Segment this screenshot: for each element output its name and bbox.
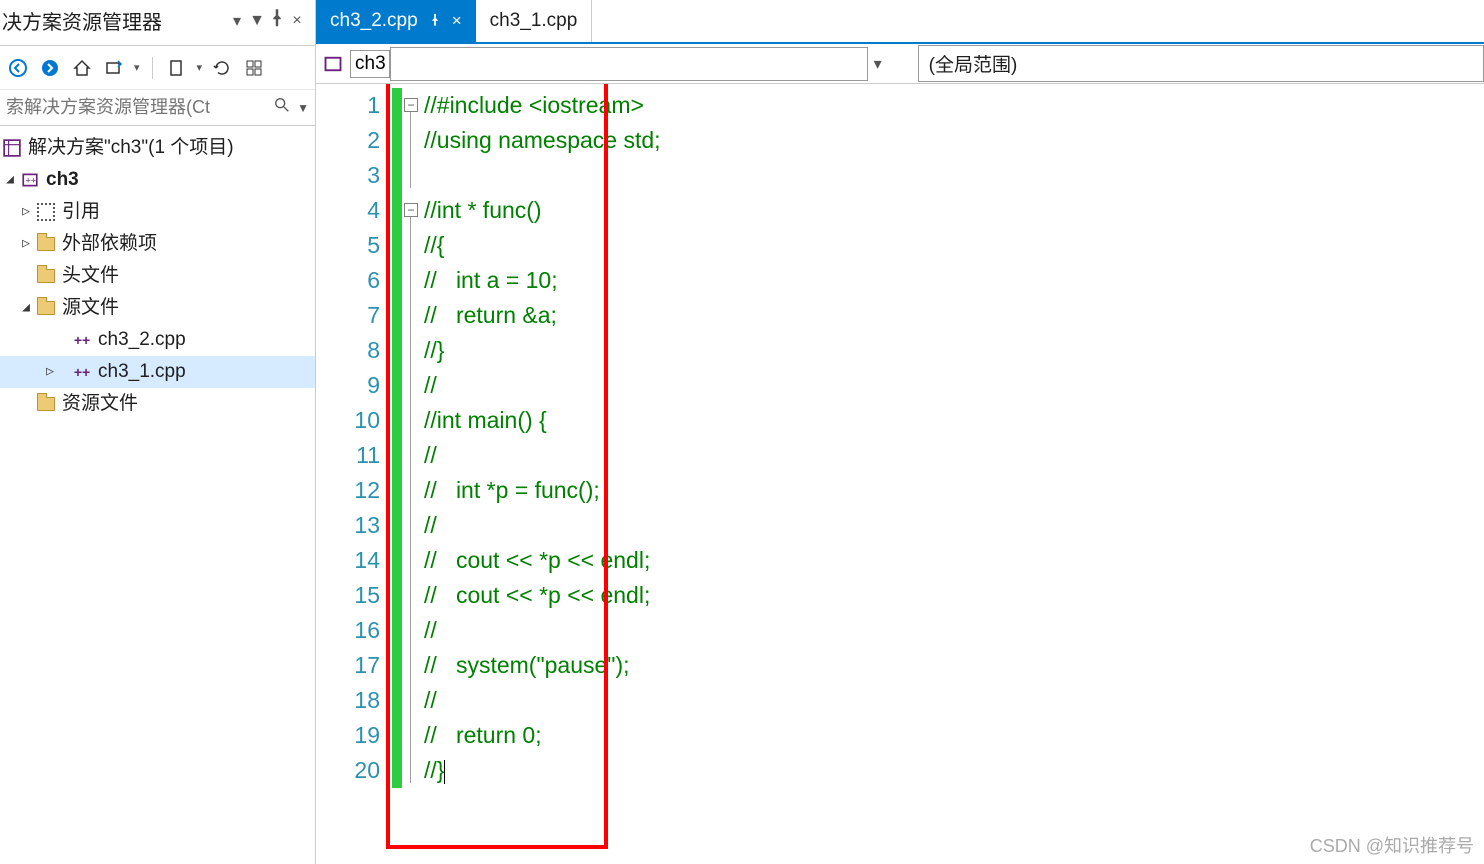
panel-title: 决方案资源管理器 (2, 6, 227, 35)
code-text[interactable]: //#include <iostream> //using namespace … (424, 88, 1484, 788)
solution-tree: 解决方案"ch3"(1 个项目) ◢ ++ ch3 ▷ 引用 ▷ 外部依赖项 头… (0, 126, 315, 426)
nav-strip: ch3 ▾ (全局范围) (316, 44, 1484, 84)
references-node[interactable]: ▷ 引用 (0, 196, 315, 228)
tab-active[interactable]: ch3_2.cpp × (316, 0, 476, 42)
sync-icon[interactable] (102, 56, 126, 80)
expand-icon[interactable]: ▷ (42, 357, 58, 387)
resources-node[interactable]: 资源文件 (0, 388, 315, 420)
project-label: ch3 (46, 165, 79, 195)
cpp-file-icon: ++ (72, 362, 92, 382)
change-indicator-bar (392, 88, 402, 788)
resources-label: 资源文件 (62, 389, 138, 419)
file-label: ch3_1.cpp (98, 357, 186, 387)
line-number-gutter: 1234567891011121314151617181920 (316, 88, 392, 788)
sources-node[interactable]: ◢ 源文件 (0, 292, 315, 324)
reference-icon (36, 202, 56, 222)
folder-icon (36, 298, 56, 318)
back-icon[interactable] (6, 56, 30, 80)
pin-icon[interactable] (428, 13, 442, 30)
file-label: ch3_2.cpp (98, 325, 186, 355)
folder-icon (36, 234, 56, 254)
search-icon[interactable] (273, 96, 291, 119)
project-context-icon[interactable] (321, 52, 345, 76)
type-combo[interactable] (390, 47, 868, 81)
external-label: 外部依赖项 (62, 229, 157, 259)
external-node[interactable]: ▷ 外部依赖项 (0, 228, 315, 260)
search-input[interactable] (6, 97, 273, 118)
fold-toggle-icon[interactable]: − (404, 98, 418, 112)
panel-options-icon[interactable]: ▼ (247, 12, 267, 30)
sources-label: 源文件 (62, 293, 119, 323)
headers-node[interactable]: 头文件 (0, 260, 315, 292)
file-node[interactable]: ++ ch3_2.cpp (0, 324, 315, 356)
scope-combo[interactable]: ch3 (350, 50, 390, 78)
expand-icon[interactable]: ▷ (18, 229, 34, 259)
tab-label: ch3_1.cpp (490, 10, 578, 32)
toolbar-separator (152, 57, 153, 79)
solution-explorer-panel: 决方案资源管理器 ▾ ▼ × ▾ ▾ ▼ 解决方案"ch3"(1 个项目) ◢ … (0, 0, 316, 864)
watermark: CSDN @知识推荐号 (1310, 832, 1474, 858)
references-label: 引用 (62, 197, 100, 227)
refresh-icon[interactable] (210, 56, 234, 80)
solution-icon (2, 138, 22, 158)
forward-icon[interactable] (38, 56, 62, 80)
solution-label: 解决方案"ch3"(1 个项目) (28, 133, 234, 163)
home-icon[interactable] (70, 56, 94, 80)
fold-toggle-icon[interactable]: − (404, 203, 418, 217)
member-combo[interactable]: (全局范围) (918, 45, 1484, 82)
folder-icon (36, 394, 56, 414)
headers-label: 头文件 (62, 261, 119, 291)
svg-text:++: ++ (26, 175, 37, 185)
pin-icon[interactable] (267, 8, 287, 33)
member-label: (全局范围) (929, 50, 1018, 77)
cpp-file-icon: ++ (72, 330, 92, 350)
folder-icon (36, 266, 56, 286)
dropdown-icon[interactable]: ▾ (868, 54, 888, 74)
panel-header: 决方案资源管理器 ▾ ▼ × (0, 0, 315, 46)
tab-inactive[interactable]: ch3_1.cpp (476, 0, 593, 42)
file-node-selected[interactable]: ▷ ++ ch3_1.cpp (0, 356, 315, 388)
project-node[interactable]: ◢ ++ ch3 (0, 164, 315, 196)
editor-area: ch3_2.cpp × ch3_1.cpp ch3 ▾ (全局范围) 12345… (316, 0, 1484, 864)
code-area[interactable]: 1234567891011121314151617181920 −− //#in… (316, 84, 1484, 864)
fold-column: −− (402, 88, 424, 788)
expand-icon[interactable]: ◢ (2, 165, 18, 195)
tab-label: ch3_2.cpp (330, 10, 418, 32)
project-icon: ++ (20, 170, 40, 190)
search-drop-icon[interactable]: ▼ (297, 101, 309, 115)
tab-bar: ch3_2.cpp × ch3_1.cpp (316, 0, 1484, 44)
new-file-icon[interactable] (165, 56, 189, 80)
close-icon[interactable]: × (452, 11, 462, 31)
collapse-all-icon[interactable] (242, 56, 266, 80)
expand-icon[interactable]: ◢ (18, 293, 34, 323)
close-icon[interactable]: × (287, 12, 307, 30)
panel-search: ▼ (0, 90, 315, 126)
expand-icon[interactable]: ▷ (18, 197, 34, 227)
panel-menu-caret-icon[interactable]: ▾ (227, 11, 247, 31)
panel-toolbar: ▾ ▾ (0, 46, 315, 90)
solution-node[interactable]: 解决方案"ch3"(1 个项目) (0, 132, 315, 164)
